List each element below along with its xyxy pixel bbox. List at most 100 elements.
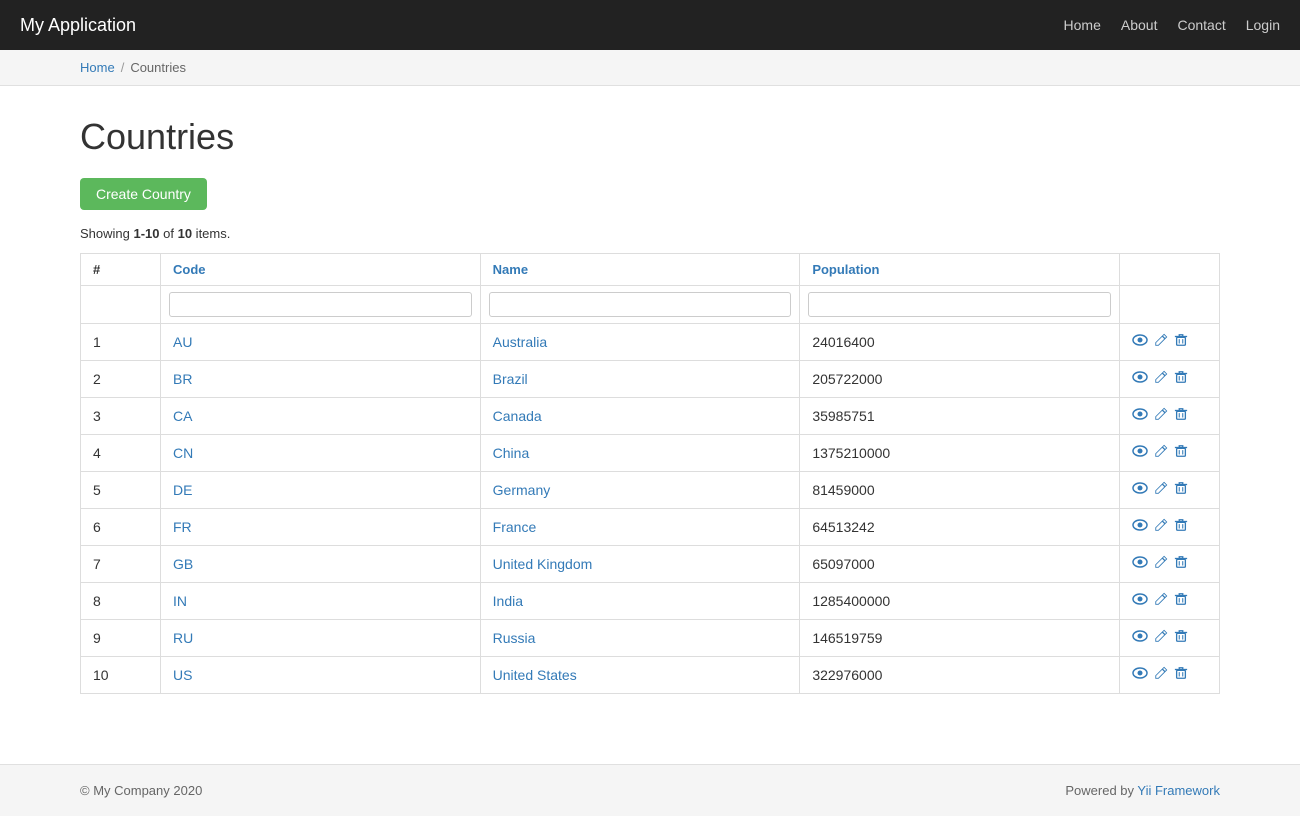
view-icon[interactable]: [1132, 517, 1148, 537]
delete-icon[interactable]: [1174, 629, 1188, 647]
cell-code: US: [161, 657, 481, 694]
nav-contact[interactable]: Contact: [1177, 17, 1225, 33]
code-link[interactable]: GB: [173, 556, 193, 572]
edit-icon[interactable]: [1154, 370, 1168, 388]
code-link[interactable]: AU: [173, 334, 192, 350]
cell-actions: [1120, 435, 1220, 472]
cell-code: BR: [161, 361, 481, 398]
name-link[interactable]: Russia: [493, 630, 536, 646]
breadcrumb-home[interactable]: Home: [80, 60, 115, 75]
name-link[interactable]: India: [493, 593, 523, 609]
delete-icon[interactable]: [1174, 407, 1188, 425]
filter-actions-cell: [1120, 286, 1220, 324]
code-link[interactable]: FR: [173, 519, 192, 535]
view-icon[interactable]: [1132, 480, 1148, 500]
cell-code: GB: [161, 546, 481, 583]
name-link[interactable]: China: [493, 445, 530, 461]
edit-icon[interactable]: [1154, 592, 1168, 610]
name-link[interactable]: Brazil: [493, 371, 528, 387]
cell-actions: [1120, 361, 1220, 398]
edit-icon[interactable]: [1154, 518, 1168, 536]
nav-login[interactable]: Login: [1246, 17, 1280, 33]
delete-icon[interactable]: [1174, 592, 1188, 610]
cell-id: 5: [81, 472, 161, 509]
code-link[interactable]: US: [173, 667, 192, 683]
name-link[interactable]: United Kingdom: [493, 556, 593, 572]
footer-framework-link[interactable]: Yii Framework: [1137, 783, 1220, 798]
edit-icon[interactable]: [1154, 666, 1168, 684]
cell-actions: [1120, 546, 1220, 583]
view-icon[interactable]: [1132, 628, 1148, 648]
cell-name: China: [480, 435, 800, 472]
code-link[interactable]: IN: [173, 593, 187, 609]
table-header-row: # Code Name Population: [81, 254, 1220, 286]
code-link[interactable]: BR: [173, 371, 192, 387]
cell-population: 65097000: [800, 546, 1120, 583]
delete-icon[interactable]: [1174, 555, 1188, 573]
cell-code: RU: [161, 620, 481, 657]
action-icons: [1132, 332, 1207, 352]
edit-icon[interactable]: [1154, 407, 1168, 425]
cell-name: Canada: [480, 398, 800, 435]
delete-icon[interactable]: [1174, 518, 1188, 536]
table-row: 9 RU Russia 146519759: [81, 620, 1220, 657]
action-icons: [1132, 591, 1207, 611]
view-icon[interactable]: [1132, 369, 1148, 389]
table-row: 1 AU Australia 24016400: [81, 324, 1220, 361]
name-link[interactable]: France: [493, 519, 537, 535]
name-link[interactable]: Australia: [493, 334, 547, 350]
footer: © My Company 2020 Powered by Yii Framewo…: [0, 764, 1300, 816]
filter-population-input[interactable]: [808, 292, 1111, 317]
table-row: 5 DE Germany 81459000: [81, 472, 1220, 509]
delete-icon[interactable]: [1174, 333, 1188, 351]
delete-icon[interactable]: [1174, 481, 1188, 499]
col-header-population[interactable]: Population: [800, 254, 1120, 286]
edit-icon[interactable]: [1154, 333, 1168, 351]
edit-icon[interactable]: [1154, 555, 1168, 573]
footer-powered-label: Powered by: [1065, 783, 1137, 798]
view-icon[interactable]: [1132, 332, 1148, 352]
action-icons: [1132, 443, 1207, 463]
view-icon[interactable]: [1132, 554, 1148, 574]
view-icon[interactable]: [1132, 591, 1148, 611]
view-icon[interactable]: [1132, 665, 1148, 685]
edit-icon[interactable]: [1154, 629, 1168, 647]
view-icon[interactable]: [1132, 406, 1148, 426]
countries-table: # Code Name Population: [80, 253, 1220, 694]
create-country-button[interactable]: Create Country: [80, 178, 207, 210]
code-link[interactable]: CA: [173, 408, 192, 424]
cell-code: DE: [161, 472, 481, 509]
cell-population: 64513242: [800, 509, 1120, 546]
cell-actions: [1120, 583, 1220, 620]
col-header-name[interactable]: Name: [480, 254, 800, 286]
filter-name-input[interactable]: [489, 292, 792, 317]
name-link[interactable]: United States: [493, 667, 577, 683]
delete-icon[interactable]: [1174, 370, 1188, 388]
navbar-brand[interactable]: My Application: [20, 15, 136, 36]
delete-icon[interactable]: [1174, 666, 1188, 684]
edit-icon[interactable]: [1154, 444, 1168, 462]
view-icon[interactable]: [1132, 443, 1148, 463]
code-link[interactable]: CN: [173, 445, 193, 461]
name-link[interactable]: Canada: [493, 408, 542, 424]
cell-actions: [1120, 472, 1220, 509]
showing-text: Showing 1-10 of 10 items.: [80, 226, 1220, 241]
cell-code: AU: [161, 324, 481, 361]
cell-id: 6: [81, 509, 161, 546]
cell-id: 4: [81, 435, 161, 472]
cell-code: FR: [161, 509, 481, 546]
showing-range: 1-10: [133, 226, 159, 241]
action-icons: [1132, 517, 1207, 537]
action-icons: [1132, 554, 1207, 574]
code-link[interactable]: RU: [173, 630, 193, 646]
filter-code-input[interactable]: [169, 292, 472, 317]
edit-icon[interactable]: [1154, 481, 1168, 499]
nav-about[interactable]: About: [1121, 17, 1158, 33]
cell-population: 81459000: [800, 472, 1120, 509]
name-link[interactable]: Germany: [493, 482, 551, 498]
delete-icon[interactable]: [1174, 444, 1188, 462]
col-header-code[interactable]: Code: [161, 254, 481, 286]
nav-home[interactable]: Home: [1064, 17, 1101, 33]
code-link[interactable]: DE: [173, 482, 192, 498]
cell-population: 205722000: [800, 361, 1120, 398]
